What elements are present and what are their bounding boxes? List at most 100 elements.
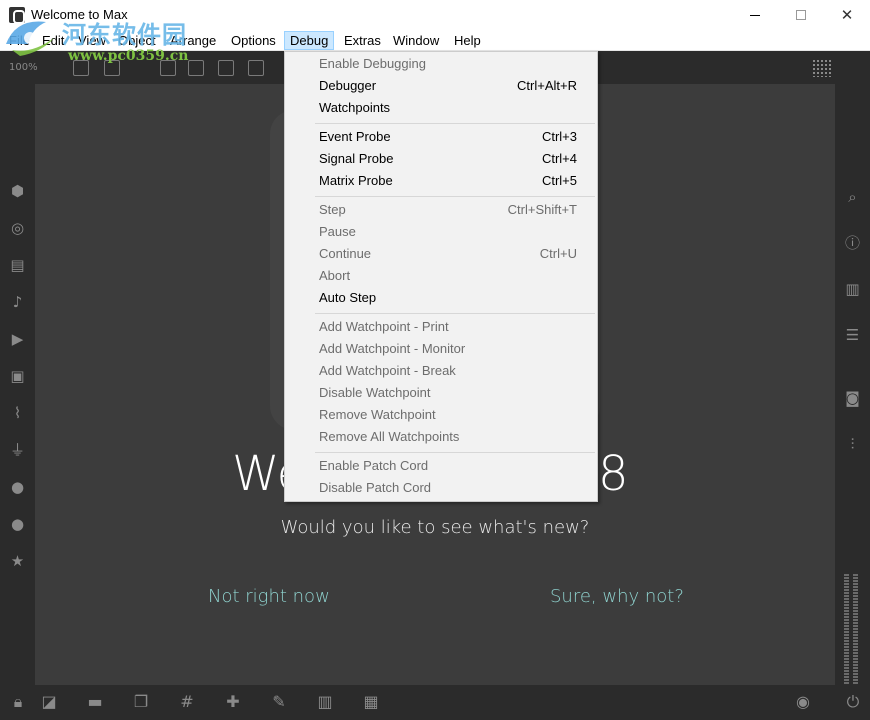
mixer-icon[interactable]: ⫶ — [844, 436, 861, 453]
menu-item-step[interactable]: Step Ctrl+Shift+T — [285, 199, 597, 221]
menu-item-label: Watchpoints — [319, 100, 391, 115]
keyboard-icon[interactable]: ▦ — [362, 693, 380, 711]
menu-item-shortcut: Ctrl+U — [539, 246, 577, 261]
close-icon: ✕ — [840, 6, 854, 24]
camera-icon[interactable]: ◙ — [844, 390, 861, 407]
menu-item-debugger[interactable]: Debugger Ctrl+Alt+R — [285, 75, 597, 97]
image-icon[interactable]: ▣ — [9, 368, 26, 385]
menu-separator — [315, 313, 595, 314]
menu-item-label: Pause — [319, 224, 356, 239]
play-circle-icon[interactable]: ◉ — [794, 693, 812, 711]
slider-object-icon[interactable] — [248, 60, 264, 76]
menu-separator — [315, 196, 595, 197]
list-icon[interactable]: ☰ — [844, 327, 861, 344]
menu-item-label: Enable Patch Cord — [319, 458, 429, 473]
maximize-icon — [796, 10, 806, 20]
layers-icon[interactable]: ❐ — [132, 693, 150, 711]
menu-item-watchpoints[interactable]: Watchpoints — [285, 97, 597, 119]
menu-item-label: Auto Step — [319, 290, 377, 305]
not-right-now-link[interactable]: Not right now — [208, 586, 330, 607]
grid-view-icon[interactable] — [812, 59, 832, 77]
menu-item-signal-probe[interactable]: Signal Probe Ctrl+4 — [285, 148, 597, 170]
menu-item-shortcut: Ctrl+Alt+R — [517, 78, 577, 93]
debug-dropdown-menu: Enable Debugging Debugger Ctrl+Alt+R Wat… — [284, 51, 598, 502]
menu-debug[interactable]: Debug — [284, 31, 335, 50]
whats-new-question: Would you like to see what's new? — [280, 517, 590, 538]
minimize-button[interactable] — [732, 0, 778, 30]
menu-item-remove-all-watchpoints[interactable]: Remove All Watchpoints — [285, 426, 597, 448]
level-meter-right — [853, 574, 858, 684]
menu-item-label: Remove All Watchpoints — [319, 429, 460, 444]
menu-window[interactable]: Window — [388, 31, 444, 50]
menu-item-event-probe[interactable]: Event Probe Ctrl+3 — [285, 126, 597, 148]
menu-item-disable-patch-cord[interactable]: Disable Patch Cord — [285, 477, 597, 499]
lock-icon[interactable]: 🔒︎ — [9, 693, 27, 711]
menu-item-label: Disable Watchpoint — [319, 385, 431, 400]
sure-why-not-link[interactable]: Sure, why not? — [550, 586, 684, 607]
zoom-level[interactable]: 100% — [9, 62, 38, 73]
level-meter-left — [844, 574, 849, 684]
paperclip-icon[interactable]: ⌇ — [9, 405, 26, 422]
menu-item-label: Debugger — [319, 78, 377, 93]
menu-item-label: Add Watchpoint - Break — [319, 363, 456, 378]
search-icon[interactable]: ⌕ — [844, 189, 861, 206]
menu-item-label: Matrix Probe — [319, 173, 393, 188]
menu-item-add-watchpoint-monitor[interactable]: Add Watchpoint - Monitor — [285, 338, 597, 360]
menu-item-abort[interactable]: Abort — [285, 265, 597, 287]
star-icon[interactable]: ★ — [9, 553, 26, 570]
media-icon[interactable]: ▶ — [9, 331, 26, 348]
info-icon[interactable]: ⓘ — [844, 235, 861, 252]
wrench-icon[interactable]: ✎ — [270, 693, 288, 711]
menu-extras[interactable]: Extras — [339, 31, 386, 50]
menu-item-shortcut: Ctrl+4 — [541, 151, 577, 166]
menu-item-label: Disable Patch Cord — [319, 480, 431, 495]
bottom-toolbar — [0, 685, 870, 720]
menu-item-shortcut: Ctrl+Shift+T — [507, 202, 577, 217]
menu-item-add-watchpoint-break[interactable]: Add Watchpoint - Break — [285, 360, 597, 382]
menu-item-label: Event Probe — [319, 129, 391, 144]
menu-item-auto-step[interactable]: Auto Step — [285, 287, 597, 309]
menu-item-enable-patch-cord[interactable]: Enable Patch Cord — [285, 455, 597, 477]
menu-item-label: Add Watchpoint - Print — [319, 319, 449, 334]
menu-item-remove-watchpoint[interactable]: Remove Watchpoint — [285, 404, 597, 426]
menu-item-add-watchpoint-print[interactable]: Add Watchpoint - Print — [285, 316, 597, 338]
presentation-icon[interactable]: ▬ — [86, 693, 104, 711]
menu-item-enable-debugging[interactable]: Enable Debugging — [285, 53, 597, 75]
package-icon[interactable]: ⬢ — [9, 183, 26, 200]
plus-object-icon[interactable]: ✚ — [224, 693, 242, 711]
close-button[interactable]: ✕ — [824, 0, 870, 30]
maximize-button[interactable] — [778, 0, 824, 30]
piano-icon[interactable]: ▥ — [316, 693, 334, 711]
watermark-logo-icon — [6, 21, 54, 56]
power-icon[interactable]: ⏻ — [844, 693, 862, 711]
menu-item-label: Continue — [319, 246, 372, 261]
menu-item-continue[interactable]: Continue Ctrl+U — [285, 243, 597, 265]
grid-icon[interactable]: # — [178, 693, 196, 711]
watermark-title: 河东软件园 — [62, 20, 187, 49]
menu-options[interactable]: Options — [226, 31, 281, 50]
edit-mode-icon[interactable]: ◪ — [40, 693, 58, 711]
menu-item-pause[interactable]: Pause — [285, 221, 597, 243]
menu-separator — [315, 452, 595, 453]
menu-item-label: Add Watchpoint - Monitor — [319, 341, 466, 356]
v-badge-icon[interactable]: ● — [9, 479, 26, 496]
menu-item-label: Remove Watchpoint — [319, 407, 436, 422]
plug-icon[interactable]: ⏚ — [9, 442, 26, 459]
target-icon[interactable]: ◎ — [9, 220, 26, 237]
music-note-icon[interactable]: ♪ — [9, 294, 26, 311]
film-icon[interactable]: ▤ — [9, 257, 26, 274]
menu-item-shortcut: Ctrl+5 — [541, 173, 577, 188]
menu-item-label: Enable Debugging — [319, 56, 426, 71]
watermark-url: www.pc0359.cn — [68, 48, 189, 64]
play-object-icon[interactable] — [218, 60, 234, 76]
menu-item-disable-watchpoint[interactable]: Disable Watchpoint — [285, 382, 597, 404]
minimize-icon — [750, 14, 760, 16]
menu-help[interactable]: Help — [449, 31, 486, 50]
welcome-heading-right: 8 — [598, 446, 629, 502]
menu-separator — [315, 123, 595, 124]
book-icon[interactable]: ▥ — [844, 281, 861, 298]
menu-item-label: Step — [319, 202, 346, 217]
menu-item-shortcut: Ctrl+3 — [541, 129, 577, 144]
menu-item-matrix-probe[interactable]: Matrix Probe Ctrl+5 — [285, 170, 597, 192]
button-object-icon[interactable] — [188, 60, 204, 76]
